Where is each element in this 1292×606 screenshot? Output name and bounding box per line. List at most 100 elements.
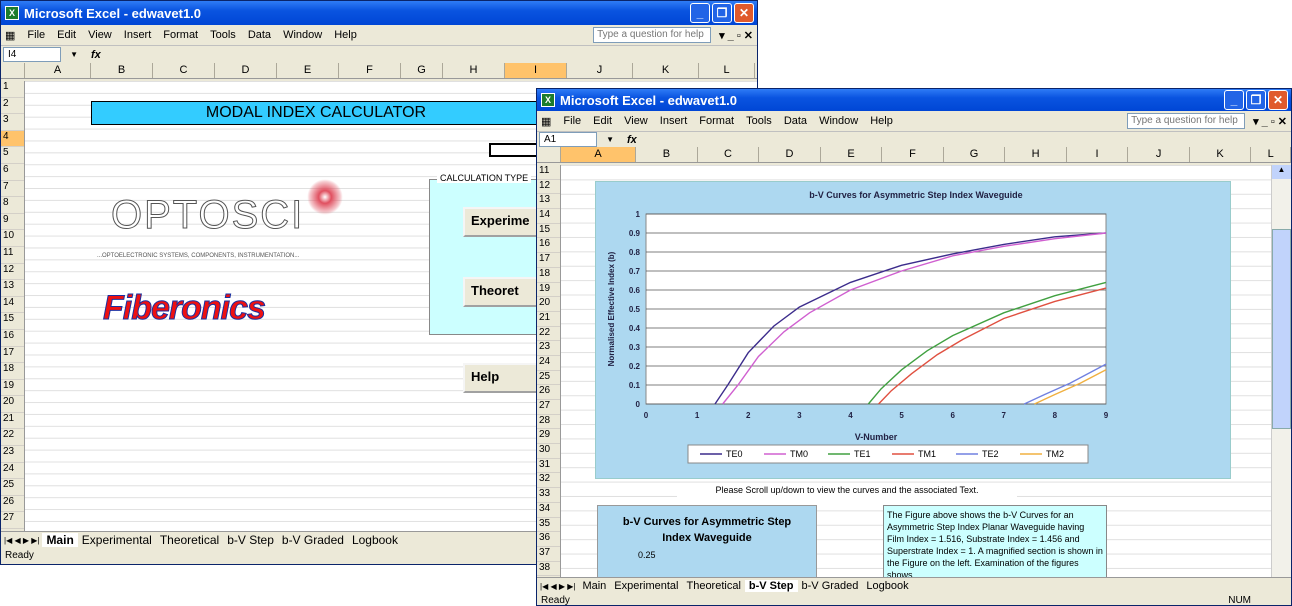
- row-header[interactable]: 24: [1, 463, 24, 480]
- col-header[interactable]: E: [277, 63, 339, 78]
- row-header[interactable]: 34: [537, 503, 560, 518]
- row-header[interactable]: 20: [1, 396, 24, 413]
- row-header[interactable]: 17: [537, 253, 560, 268]
- name-box[interactable]: A1 ▼: [539, 132, 614, 147]
- row-header[interactable]: 16: [1, 330, 24, 347]
- col-header[interactable]: I: [1067, 147, 1129, 162]
- row-header[interactable]: 23: [537, 341, 560, 356]
- col-header[interactable]: D: [759, 147, 821, 162]
- selected-cell[interactable]: [489, 143, 541, 157]
- col-header[interactable]: H: [1005, 147, 1067, 162]
- doc-icon[interactable]: ▦: [541, 115, 551, 128]
- scroll-thumb[interactable]: [1272, 229, 1291, 429]
- col-header-selected[interactable]: A: [560, 147, 637, 162]
- vertical-scrollbar[interactable]: ▲: [1271, 165, 1291, 577]
- row-header[interactable]: 23: [1, 446, 24, 463]
- col-header[interactable]: E: [821, 147, 883, 162]
- close-icon[interactable]: ✕: [734, 3, 754, 23]
- menu-edit[interactable]: Edit: [593, 115, 612, 127]
- close-icon[interactable]: ✕: [1268, 90, 1288, 110]
- row-header[interactable]: 19: [1, 380, 24, 397]
- tab-theoretical[interactable]: Theoretical: [682, 580, 744, 592]
- row-header[interactable]: 13: [537, 194, 560, 210]
- row-header[interactable]: 32: [537, 473, 560, 489]
- row-header[interactable]: 1: [1, 81, 24, 98]
- row-header[interactable]: 8: [1, 197, 24, 214]
- row-header[interactable]: 35: [537, 518, 560, 533]
- row-header[interactable]: 33: [537, 488, 560, 503]
- tab-bv-graded[interactable]: b-V Graded: [278, 533, 348, 547]
- row-header[interactable]: 12: [1, 264, 24, 281]
- tab-bv-graded[interactable]: b-V Graded: [798, 580, 863, 592]
- col-header[interactable]: F: [339, 63, 401, 78]
- row-header[interactable]: 37: [537, 547, 560, 562]
- select-all-corner[interactable]: [537, 147, 561, 162]
- tab-main[interactable]: Main: [42, 533, 78, 547]
- row-header[interactable]: 5: [1, 147, 24, 164]
- chevron-down-icon[interactable]: ▼: [606, 133, 614, 146]
- row-header[interactable]: 15: [1, 313, 24, 330]
- menu-file[interactable]: File: [563, 115, 581, 127]
- col-header[interactable]: K: [633, 63, 699, 78]
- tab-main[interactable]: Main: [578, 580, 610, 592]
- row-header[interactable]: 6: [1, 164, 24, 181]
- maximize-icon[interactable]: ❐: [712, 3, 732, 23]
- row-header[interactable]: 12: [537, 180, 560, 195]
- col-header[interactable]: A: [25, 63, 91, 78]
- minimize-icon[interactable]: _: [1224, 90, 1244, 110]
- col-header[interactable]: L: [1251, 147, 1291, 162]
- menu-help[interactable]: Help: [870, 115, 893, 127]
- select-all-corner[interactable]: [1, 63, 25, 78]
- tab-logbook[interactable]: Logbook: [862, 580, 912, 592]
- menu-window[interactable]: Window: [283, 29, 322, 41]
- row-header[interactable]: 22: [537, 327, 560, 342]
- row-header[interactable]: 4: [1, 130, 24, 148]
- col-header[interactable]: K: [1190, 147, 1252, 162]
- row-header[interactable]: 22: [1, 429, 24, 447]
- row-header[interactable]: 26: [537, 385, 560, 400]
- row-header[interactable]: 2: [1, 98, 24, 115]
- row-header[interactable]: 27: [1, 512, 24, 530]
- row-header[interactable]: 26: [1, 496, 24, 513]
- menu-format[interactable]: Format: [699, 115, 734, 127]
- fx-icon[interactable]: fx: [91, 49, 101, 61]
- menu-tools[interactable]: Tools: [210, 29, 236, 41]
- menu-edit[interactable]: Edit: [57, 29, 76, 41]
- col-header[interactable]: C: [153, 63, 215, 78]
- tab-logbook[interactable]: Logbook: [348, 533, 402, 547]
- row-header[interactable]: 14: [1, 297, 24, 314]
- help-button[interactable]: Help: [463, 363, 543, 393]
- row-header[interactable]: 36: [537, 532, 560, 547]
- experimental-button[interactable]: Experime: [463, 207, 543, 237]
- doc-controls[interactable]: ▾ _ ▫ ✕: [1253, 115, 1287, 128]
- tab-bv-step[interactable]: b-V Step: [223, 533, 278, 547]
- menu-view[interactable]: View: [624, 115, 648, 127]
- row-header[interactable]: 17: [1, 347, 24, 364]
- row-header[interactable]: 31: [537, 459, 560, 474]
- row-header[interactable]: 18: [537, 268, 560, 283]
- row-header[interactable]: 15: [537, 224, 560, 239]
- menu-insert[interactable]: Insert: [124, 29, 152, 41]
- row-header[interactable]: 21: [1, 413, 24, 430]
- row-header[interactable]: 3: [1, 114, 24, 131]
- row-header[interactable]: 18: [1, 363, 24, 380]
- col-header[interactable]: G: [944, 147, 1006, 162]
- col-header[interactable]: C: [698, 147, 760, 162]
- row-header[interactable]: 21: [537, 312, 560, 327]
- maximize-icon[interactable]: ❐: [1246, 90, 1266, 110]
- row-header[interactable]: 25: [537, 371, 560, 386]
- row-header[interactable]: 14: [537, 209, 560, 224]
- row-header[interactable]: 7: [1, 181, 24, 198]
- row-header[interactable]: 16: [537, 238, 560, 254]
- menu-help[interactable]: Help: [334, 29, 357, 41]
- row-header[interactable]: 24: [537, 356, 560, 371]
- col-header[interactable]: J: [1128, 147, 1190, 162]
- tab-nav-arrows[interactable]: |◀ ◀ ▶ ▶|: [540, 582, 575, 591]
- row-header[interactable]: 29: [537, 429, 560, 445]
- doc-icon[interactable]: ▦: [5, 29, 15, 42]
- fx-icon[interactable]: fx: [627, 134, 637, 146]
- row-header[interactable]: 38: [537, 562, 560, 577]
- menu-tools[interactable]: Tools: [746, 115, 772, 127]
- row-header[interactable]: 20: [537, 297, 560, 312]
- row-header[interactable]: 30: [537, 444, 560, 459]
